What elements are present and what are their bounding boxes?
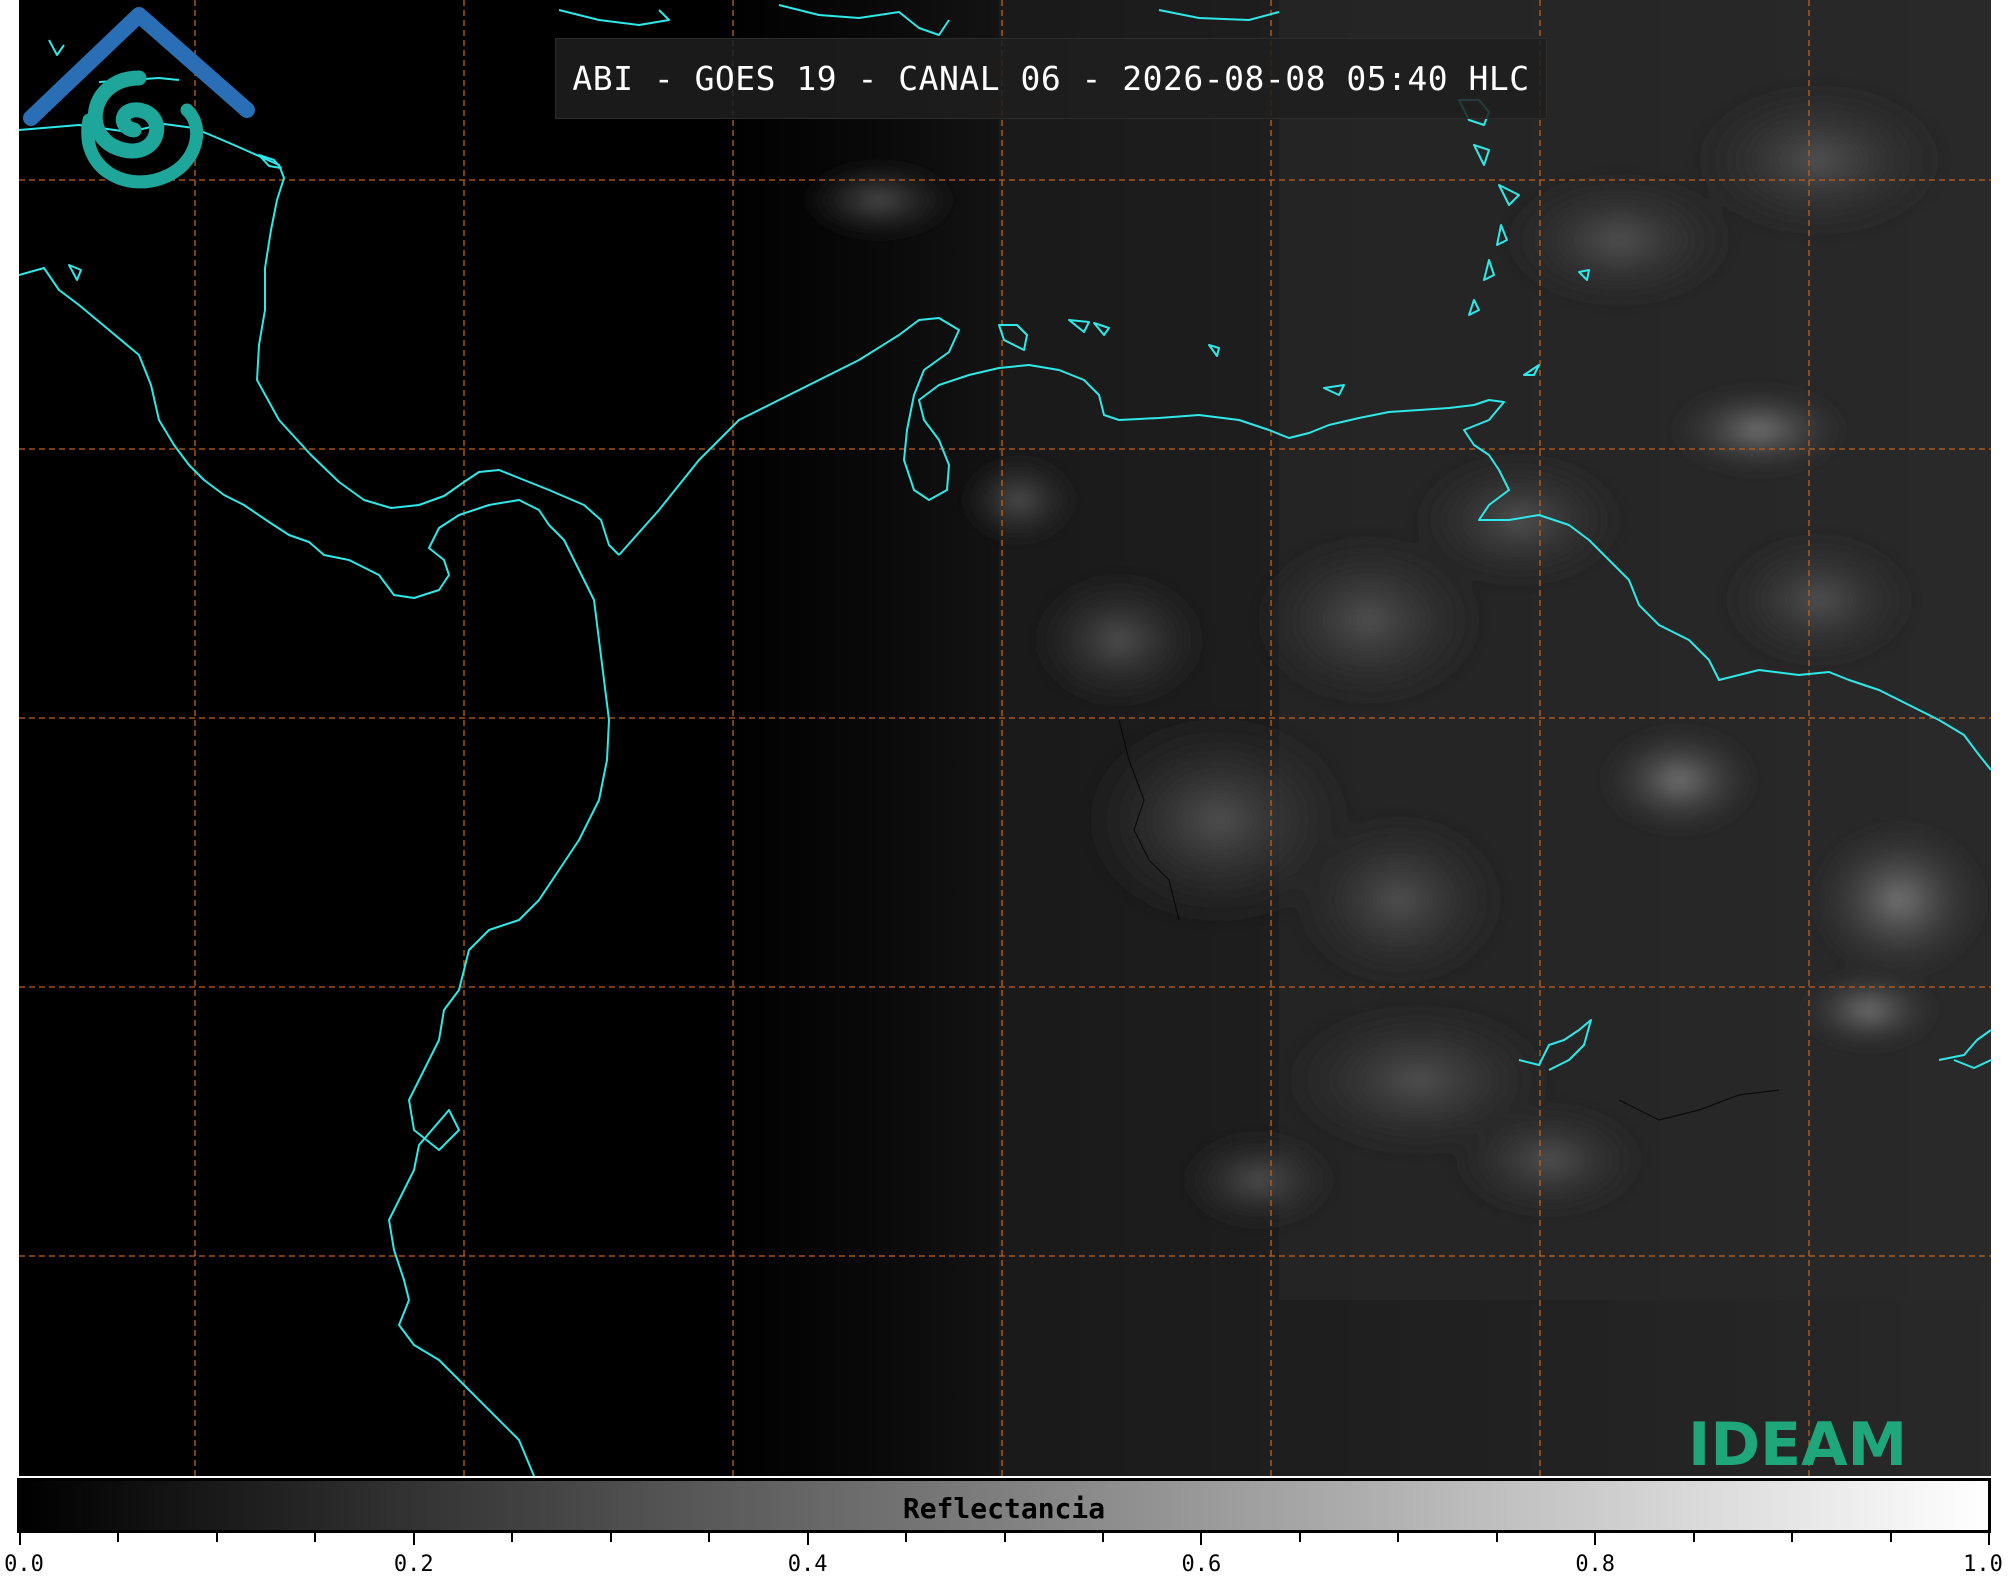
- colorbar-tick: [412, 1533, 415, 1545]
- colorbar-tick: [1692, 1533, 1695, 1542]
- colorbar-tick: [1594, 1533, 1597, 1545]
- satellite-map[interactable]: ABI - GOES 19 - CANAL 06 - 2026-08-08 05…: [19, 0, 1991, 1476]
- colorbar: Reflectancia: [17, 1478, 1991, 1533]
- colorbar-tick: [1988, 1533, 1990, 1545]
- colorbar-tick-label: 0.4: [787, 1552, 828, 1577]
- colorbar-tick: [215, 1533, 218, 1542]
- cloud-layer: [19, 0, 1991, 1476]
- colorbar-tick-label: 1.0: [1963, 1552, 2003, 1577]
- colorbar-tick: [1397, 1533, 1400, 1542]
- colorbar-tick: [117, 1533, 120, 1542]
- colorbar-tick: [609, 1533, 612, 1542]
- map-layers: [19, 0, 1991, 1476]
- colorbar-tick-label: 0.6: [1181, 1552, 1222, 1577]
- colorbar-tick: [905, 1533, 908, 1542]
- ideam-logo-icon: [23, 7, 255, 189]
- colorbar-tick-label: 0.8: [1575, 1552, 1616, 1577]
- colorbar-tick: [1200, 1533, 1203, 1545]
- map-title: ABI - GOES 19 - CANAL 06 - 2026-08-08 05…: [555, 38, 1547, 119]
- colorbar-tick: [1791, 1533, 1794, 1542]
- colorbar-tick: [1298, 1533, 1301, 1542]
- colorbar-tick: [1889, 1533, 1892, 1542]
- colorbar-tick-label: 0.0: [4, 1552, 44, 1577]
- ideam-logo-text: IDEAM: [1688, 1410, 1908, 1476]
- colorbar-tick: [708, 1533, 711, 1542]
- colorbar-tick: [806, 1533, 809, 1545]
- colorbar-tick: [1495, 1533, 1498, 1542]
- colorbar-tick: [314, 1533, 317, 1542]
- colorbar-tick-label: 0.2: [393, 1552, 434, 1577]
- colorbar-tick: [1101, 1533, 1104, 1542]
- colorbar-label: Reflectancia: [902, 1492, 1106, 1525]
- colorbar-tick: [1003, 1533, 1006, 1542]
- colorbar-tick: [511, 1533, 514, 1542]
- colorbar-tick: [19, 1533, 21, 1545]
